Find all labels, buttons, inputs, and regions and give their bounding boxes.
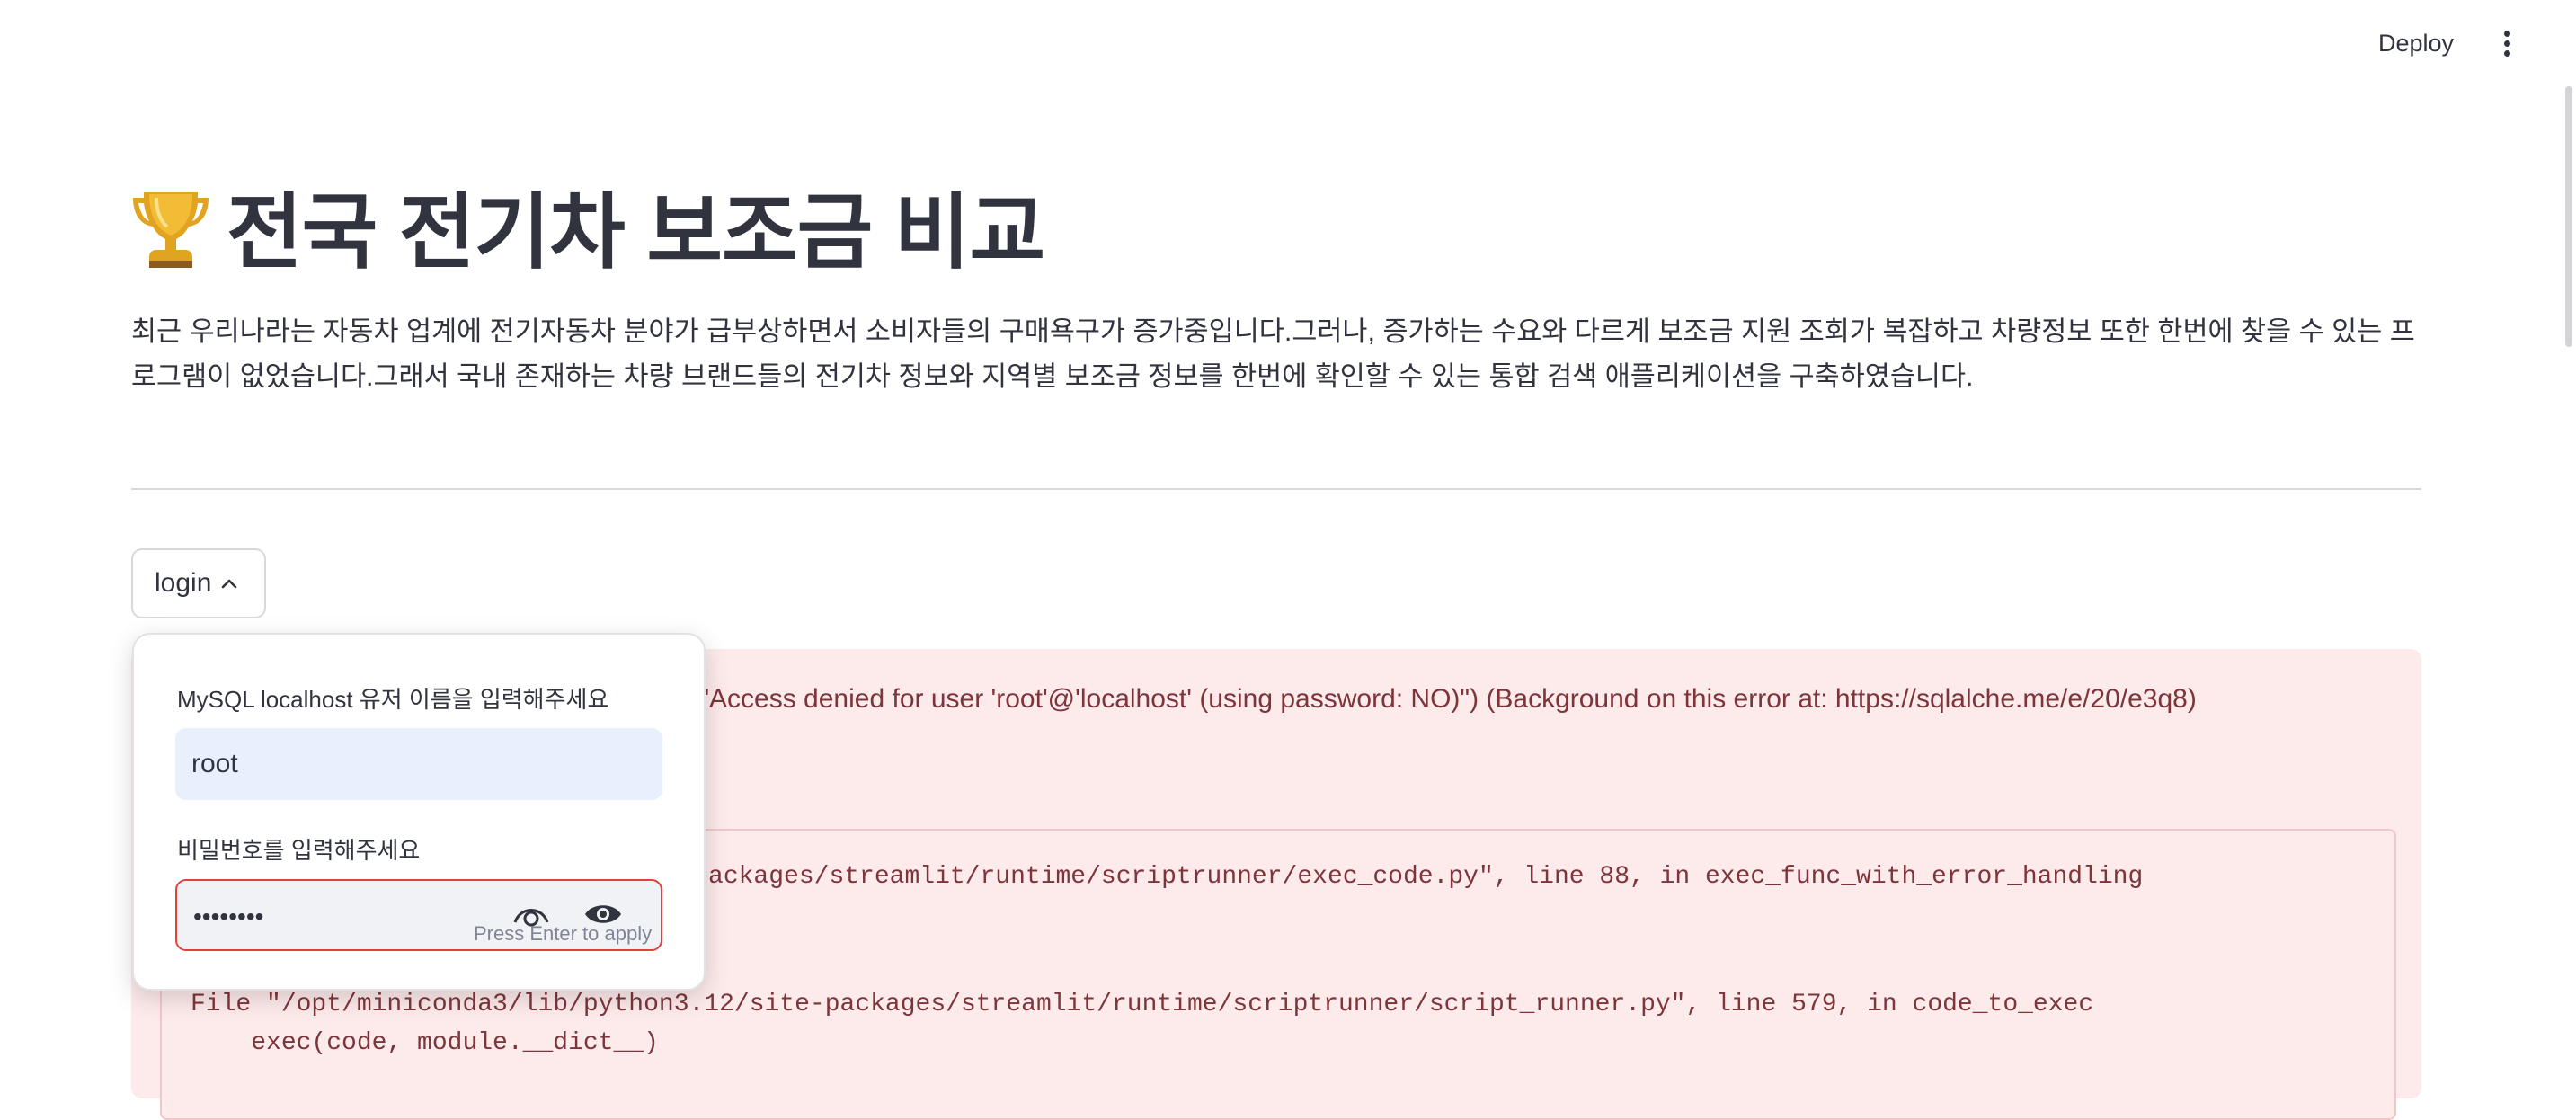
traceback-line: exec(code, module.__dict__) bbox=[191, 1029, 659, 1057]
username-input[interactable] bbox=[175, 728, 662, 800]
deploy-button[interactable]: Deploy bbox=[2364, 22, 2468, 65]
page-description: 최근 우리나라는 자동차 업계에 전기자동차 분야가 급부상하면서 소비자들의 … bbox=[131, 316, 2415, 392]
error-message: rror) (1045, "Access denied for user 'ro… bbox=[557, 684, 2197, 714]
main-menu-button[interactable] bbox=[2490, 25, 2524, 61]
vertical-dots-icon bbox=[2504, 31, 2510, 37]
traceback-line: File "/opt/miniconda3/lib/python3.12/sit… bbox=[191, 991, 2094, 1018]
press-enter-hint: Press Enter to apply bbox=[474, 922, 653, 945]
password-label: 비밀번호를 입력해주세요 bbox=[177, 837, 421, 864]
login-popover: MySQL localhost 유저 이름을 입력해주세요 비밀번호를 입력해주… bbox=[132, 633, 706, 991]
divider bbox=[131, 488, 2421, 490]
password-field[interactable]: Press Enter to apply bbox=[175, 879, 662, 951]
traceback-line: .12/site-packages/streamlit/runtime/scri… bbox=[557, 863, 2144, 891]
vertical-dots-icon-dot bbox=[2504, 50, 2510, 57]
page-scrollbar[interactable] bbox=[2565, 86, 2572, 347]
page-title-text: 전국 전기차 보조금 비교 bbox=[227, 187, 1045, 279]
app-header: Deploy bbox=[0, 0, 2576, 86]
login-expander-button[interactable]: login bbox=[131, 548, 266, 618]
expander-label: login bbox=[155, 568, 212, 598]
chevron-up-icon bbox=[222, 579, 237, 589]
vertical-dots-icon-dot bbox=[2504, 40, 2510, 47]
username-label: MySQL localhost 유저 이름을 입력해주세요 bbox=[177, 686, 609, 713]
password-input[interactable] bbox=[191, 897, 492, 937]
trophy-icon bbox=[133, 192, 209, 268]
page-title: 전국 전기차 보조금 비교 bbox=[131, 182, 1045, 282]
